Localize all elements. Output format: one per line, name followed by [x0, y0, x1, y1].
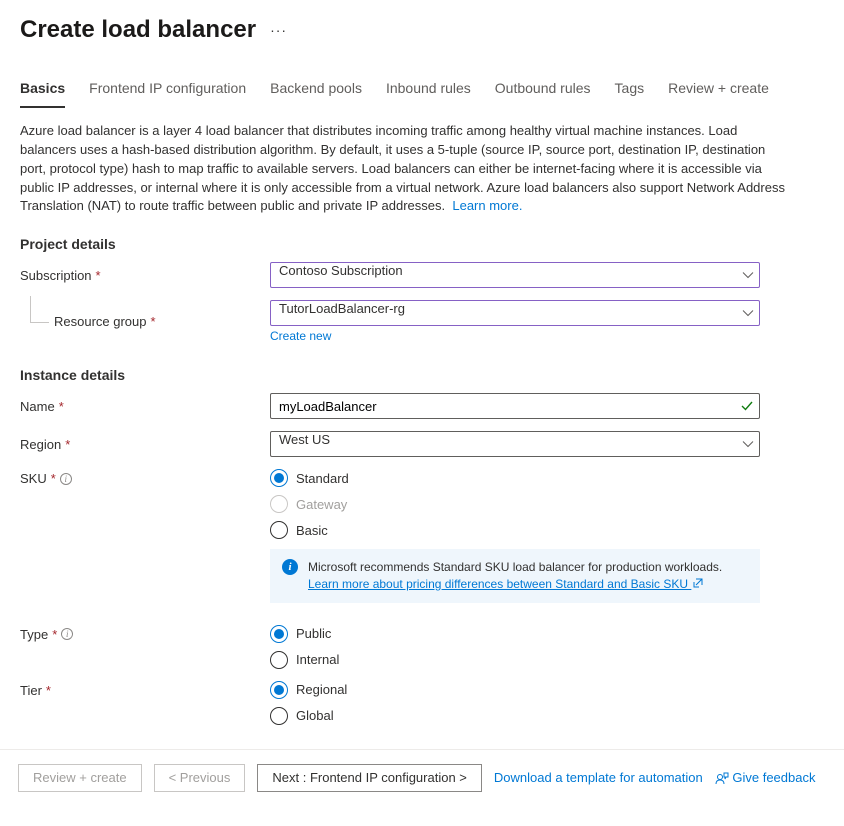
download-template-link[interactable]: Download a template for automation	[494, 770, 703, 785]
sku-option-standard[interactable]: Standard	[270, 469, 760, 487]
name-label: Name	[20, 399, 55, 414]
review-create-button[interactable]: Review + create	[18, 764, 142, 792]
radio-icon	[270, 625, 288, 643]
learn-more-link[interactable]: Learn more.	[452, 198, 522, 213]
type-label: Type	[20, 627, 48, 642]
tab-tags[interactable]: Tags	[615, 74, 645, 108]
sku-option-basic[interactable]: Basic	[270, 521, 760, 539]
more-actions-button[interactable]: ···	[268, 20, 289, 40]
tab-frontend-ip[interactable]: Frontend IP configuration	[89, 74, 246, 108]
info-icon[interactable]: i	[60, 473, 72, 485]
resource-group-select[interactable]: TutorLoadBalancer-rg	[270, 300, 760, 326]
radio-icon	[270, 469, 288, 487]
radio-label: Public	[296, 626, 331, 641]
required-indicator: *	[52, 627, 57, 642]
previous-button[interactable]: < Previous	[154, 764, 246, 792]
tier-option-global[interactable]: Global	[270, 707, 760, 725]
radio-icon	[270, 651, 288, 669]
region-label: Region	[20, 437, 61, 452]
feedback-label: Give feedback	[732, 770, 815, 785]
tier-radio-group: Regional Global	[270, 681, 760, 725]
required-indicator: *	[65, 437, 70, 452]
required-indicator: *	[151, 314, 156, 329]
sku-info-box: i Microsoft recommends Standard SKU load…	[270, 549, 760, 603]
tab-review-create[interactable]: Review + create	[668, 74, 769, 108]
radio-label: Gateway	[296, 497, 347, 512]
subscription-select[interactable]: Contoso Subscription	[270, 262, 760, 288]
instance-details-heading: Instance details	[20, 367, 824, 383]
info-box-text: Microsoft recommends Standard SKU load b…	[308, 560, 722, 574]
radio-icon	[270, 521, 288, 539]
type-option-public[interactable]: Public	[270, 625, 760, 643]
sku-pricing-link[interactable]: Learn more about pricing differences bet…	[308, 577, 703, 591]
radio-label: Regional	[296, 682, 347, 697]
type-radio-group: Public Internal	[270, 625, 760, 669]
radio-icon	[270, 707, 288, 725]
radio-label: Basic	[296, 523, 328, 538]
external-link-icon	[691, 577, 703, 591]
resource-group-label: Resource group	[54, 314, 147, 329]
radio-icon	[270, 495, 288, 513]
sku-option-gateway: Gateway	[270, 495, 760, 513]
page-title: Create load balancer	[20, 16, 256, 44]
name-input[interactable]	[270, 393, 760, 419]
tier-label: Tier	[20, 683, 42, 698]
tabs: Basics Frontend IP configuration Backend…	[20, 74, 824, 108]
tab-outbound-rules[interactable]: Outbound rules	[495, 74, 591, 108]
required-indicator: *	[46, 683, 51, 698]
required-indicator: *	[96, 268, 101, 283]
feedback-icon	[715, 770, 733, 785]
project-details-heading: Project details	[20, 236, 824, 252]
info-box-link-text: Learn more about pricing differences bet…	[308, 577, 688, 591]
tab-backend-pools[interactable]: Backend pools	[270, 74, 362, 108]
description-body: Azure load balancer is a layer 4 load ba…	[20, 123, 785, 213]
radio-label: Standard	[296, 471, 349, 486]
required-indicator: *	[51, 471, 56, 486]
sku-label: SKU	[20, 471, 47, 486]
info-icon[interactable]: i	[61, 628, 73, 640]
tab-inbound-rules[interactable]: Inbound rules	[386, 74, 471, 108]
radio-label: Global	[296, 708, 334, 723]
type-option-internal[interactable]: Internal	[270, 651, 760, 669]
info-icon: i	[282, 559, 298, 575]
region-select[interactable]: West US	[270, 431, 760, 457]
radio-icon	[270, 681, 288, 699]
subscription-label: Subscription	[20, 268, 92, 283]
give-feedback-link[interactable]: Give feedback	[715, 770, 816, 785]
sku-radio-group: Standard Gateway Basic	[270, 469, 760, 539]
description-text: Azure load balancer is a layer 4 load ba…	[20, 122, 790, 216]
next-button[interactable]: Next : Frontend IP configuration >	[257, 764, 482, 792]
create-new-link[interactable]: Create new	[270, 329, 331, 343]
tab-basics[interactable]: Basics	[20, 74, 65, 108]
tier-option-regional[interactable]: Regional	[270, 681, 760, 699]
radio-label: Internal	[296, 652, 339, 667]
required-indicator: *	[59, 399, 64, 414]
footer: Review + create < Previous Next : Fronte…	[0, 749, 844, 806]
